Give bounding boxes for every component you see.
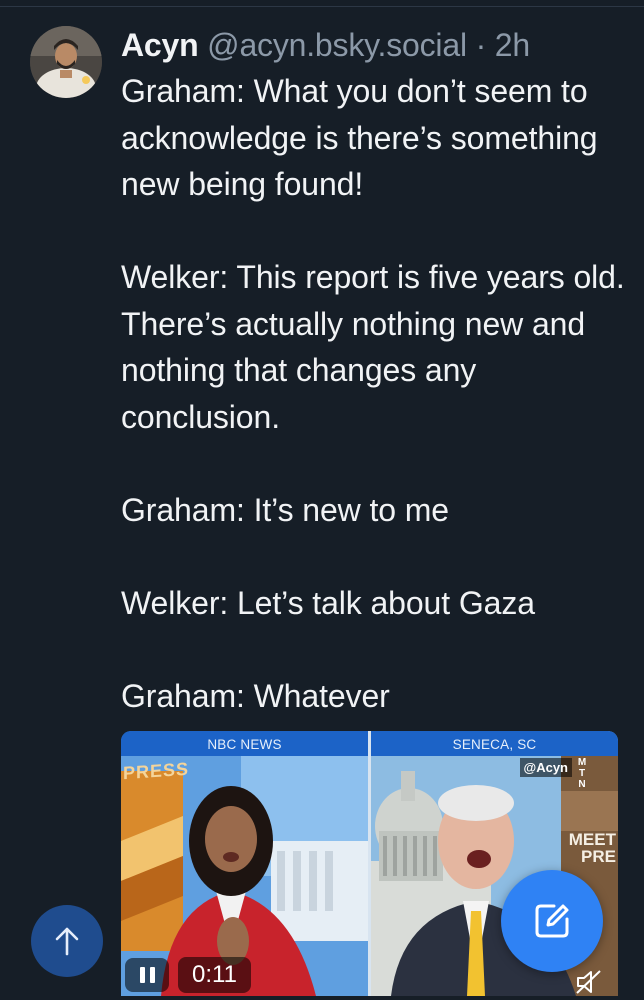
author-handle[interactable]: @acyn.bsky.social [207, 27, 467, 63]
post-paragraph: Graham: Whatever [121, 677, 390, 714]
post-paragraph: Welker: Let’s talk about Gaza [121, 584, 535, 621]
set-text-right: MEET PRE [568, 830, 616, 866]
mute-button[interactable] [574, 969, 604, 995]
video-elapsed-time: 0:11 [178, 957, 251, 993]
post-content: Acyn @acyn.bsky.social · 2h Graham: What… [121, 22, 631, 719]
mtn-logo: M T N [577, 757, 587, 790]
header-separator: · [475, 27, 487, 63]
muted-speaker-icon [576, 970, 601, 994]
post[interactable]: Acyn @acyn.bsky.social · 2h Graham: What… [0, 0, 644, 1000]
pause-icon [139, 967, 145, 983]
post-paragraph: Graham: What you don’t seem to acknowled… [121, 73, 598, 202]
app-screen: Acyn @acyn.bsky.social · 2h Graham: What… [0, 0, 644, 1000]
video-controls: 0:11 [125, 957, 251, 993]
video-left-banner: NBC NEWS [121, 731, 368, 756]
author-name[interactable]: Acyn [121, 27, 199, 63]
arrow-up-icon [55, 927, 79, 956]
post-timestamp[interactable]: 2h [495, 27, 530, 63]
avatar[interactable] [30, 26, 102, 98]
post-paragraph: Welker: This report is five years old. T… [121, 259, 625, 435]
post-paragraph: Graham: It’s new to me [121, 491, 450, 528]
pause-button[interactable] [125, 958, 169, 992]
compose-button[interactable] [501, 870, 603, 972]
video-credit: @Acyn [519, 758, 572, 777]
compose-icon [535, 904, 569, 938]
post-text: Graham: What you don’t seem to acknowled… [121, 68, 631, 719]
scroll-to-top-button[interactable] [31, 905, 103, 977]
post-header: Acyn @acyn.bsky.social · 2h [121, 22, 631, 68]
video-right-banner: SENECA, SC [371, 731, 618, 756]
